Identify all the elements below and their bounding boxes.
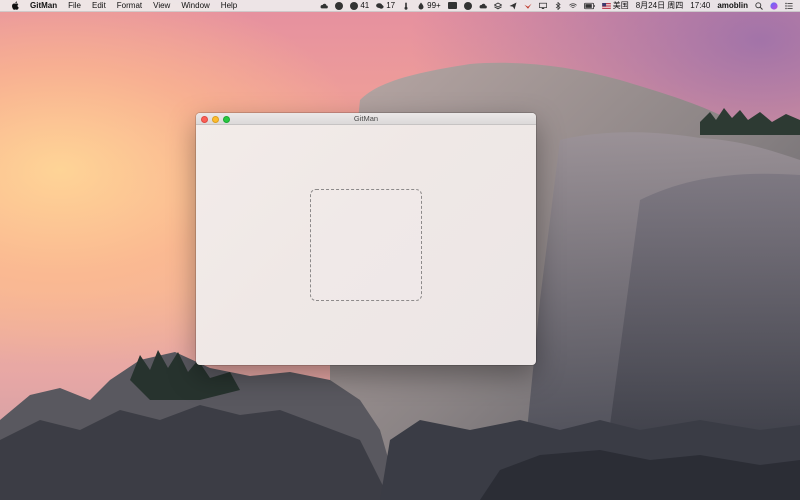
status-item-layers[interactable] xyxy=(493,1,502,10)
drop-icon xyxy=(418,2,424,9)
status-item-user[interactable]: amoblin xyxy=(717,0,748,12)
status-item-notification-center[interactable] xyxy=(785,2,793,10)
window-title: GitMan xyxy=(353,114,379,123)
siri-icon xyxy=(770,1,778,10)
status-item-battery[interactable] xyxy=(583,2,595,10)
circle-icon xyxy=(335,1,344,10)
chat-bubble-icon xyxy=(376,2,384,9)
menu-file[interactable]: File xyxy=(68,0,81,12)
status-item-time[interactable]: 17:40 xyxy=(690,0,710,12)
status-item-siri[interactable] xyxy=(770,1,778,10)
cloud-icon xyxy=(320,3,329,8)
status-item-input-source[interactable]: 美国 xyxy=(601,0,629,12)
bluetooth-icon xyxy=(555,1,561,10)
menu-window[interactable]: Window xyxy=(181,0,209,12)
list-icon xyxy=(785,2,793,9)
apple-icon[interactable] xyxy=(8,1,22,10)
input-source-label: 美国 xyxy=(612,0,629,10)
gitman-window: GitMan xyxy=(196,113,536,365)
close-button[interactable] xyxy=(201,115,208,123)
badge-count-99: 99+ xyxy=(427,0,441,10)
status-item-stats[interactable] xyxy=(447,2,457,9)
status-item-cloud[interactable] xyxy=(320,2,329,10)
us-flag-icon xyxy=(601,2,611,9)
menu-edit[interactable]: Edit xyxy=(92,0,106,12)
minimize-button[interactable] xyxy=(212,115,219,123)
search-icon xyxy=(755,1,763,10)
menu-view[interactable]: View xyxy=(153,0,170,12)
notification-icon xyxy=(350,1,359,10)
drop-zone[interactable] xyxy=(310,189,422,301)
layers-icon xyxy=(493,1,502,9)
paper-plane-icon xyxy=(509,2,517,9)
status-item-badge-41[interactable]: 41 xyxy=(350,0,369,12)
zoom-button[interactable] xyxy=(223,115,230,123)
window-controls xyxy=(201,115,230,123)
badge-count-17: 17 xyxy=(386,0,396,10)
status-item-cloud-2[interactable] xyxy=(479,2,487,10)
menu-format[interactable]: Format xyxy=(117,0,142,12)
status-item-send[interactable] xyxy=(509,2,517,10)
menu-bar: GitMan File Edit Format View Window Help… xyxy=(0,0,800,12)
menu-app-name[interactable]: GitMan xyxy=(30,0,57,12)
badge-count-41: 41 xyxy=(360,0,370,10)
thermometer-icon xyxy=(404,2,408,10)
menu-help[interactable]: Help xyxy=(221,0,237,12)
status-item-badge-99[interactable]: 99+ xyxy=(417,0,441,12)
window-content xyxy=(196,125,536,365)
status-item-spotlight[interactable] xyxy=(755,1,763,10)
bird-icon xyxy=(524,3,532,9)
status-item-shield[interactable] xyxy=(335,1,344,10)
status-item-wifi[interactable] xyxy=(568,2,577,10)
status-menu-area: 41 17 99+ 美国 8月24日 周四 17:40 amoblin xyxy=(320,0,793,12)
battery-icon xyxy=(583,2,595,9)
cloud-filled-icon xyxy=(479,3,487,8)
status-item-bird[interactable] xyxy=(524,2,532,10)
wifi-icon xyxy=(568,2,577,8)
weibo-icon xyxy=(463,1,472,10)
airplay-icon xyxy=(538,2,547,9)
status-item-wechat[interactable]: 17 xyxy=(376,0,395,12)
status-item-weibo[interactable] xyxy=(463,1,472,10)
status-item-date[interactable]: 8月24日 周四 xyxy=(636,0,684,12)
stats-icon xyxy=(447,2,457,9)
window-titlebar[interactable]: GitMan xyxy=(196,113,536,125)
status-item-airplay[interactable] xyxy=(538,2,547,10)
status-item-thermometer[interactable] xyxy=(402,2,410,10)
status-item-bluetooth[interactable] xyxy=(554,1,562,10)
